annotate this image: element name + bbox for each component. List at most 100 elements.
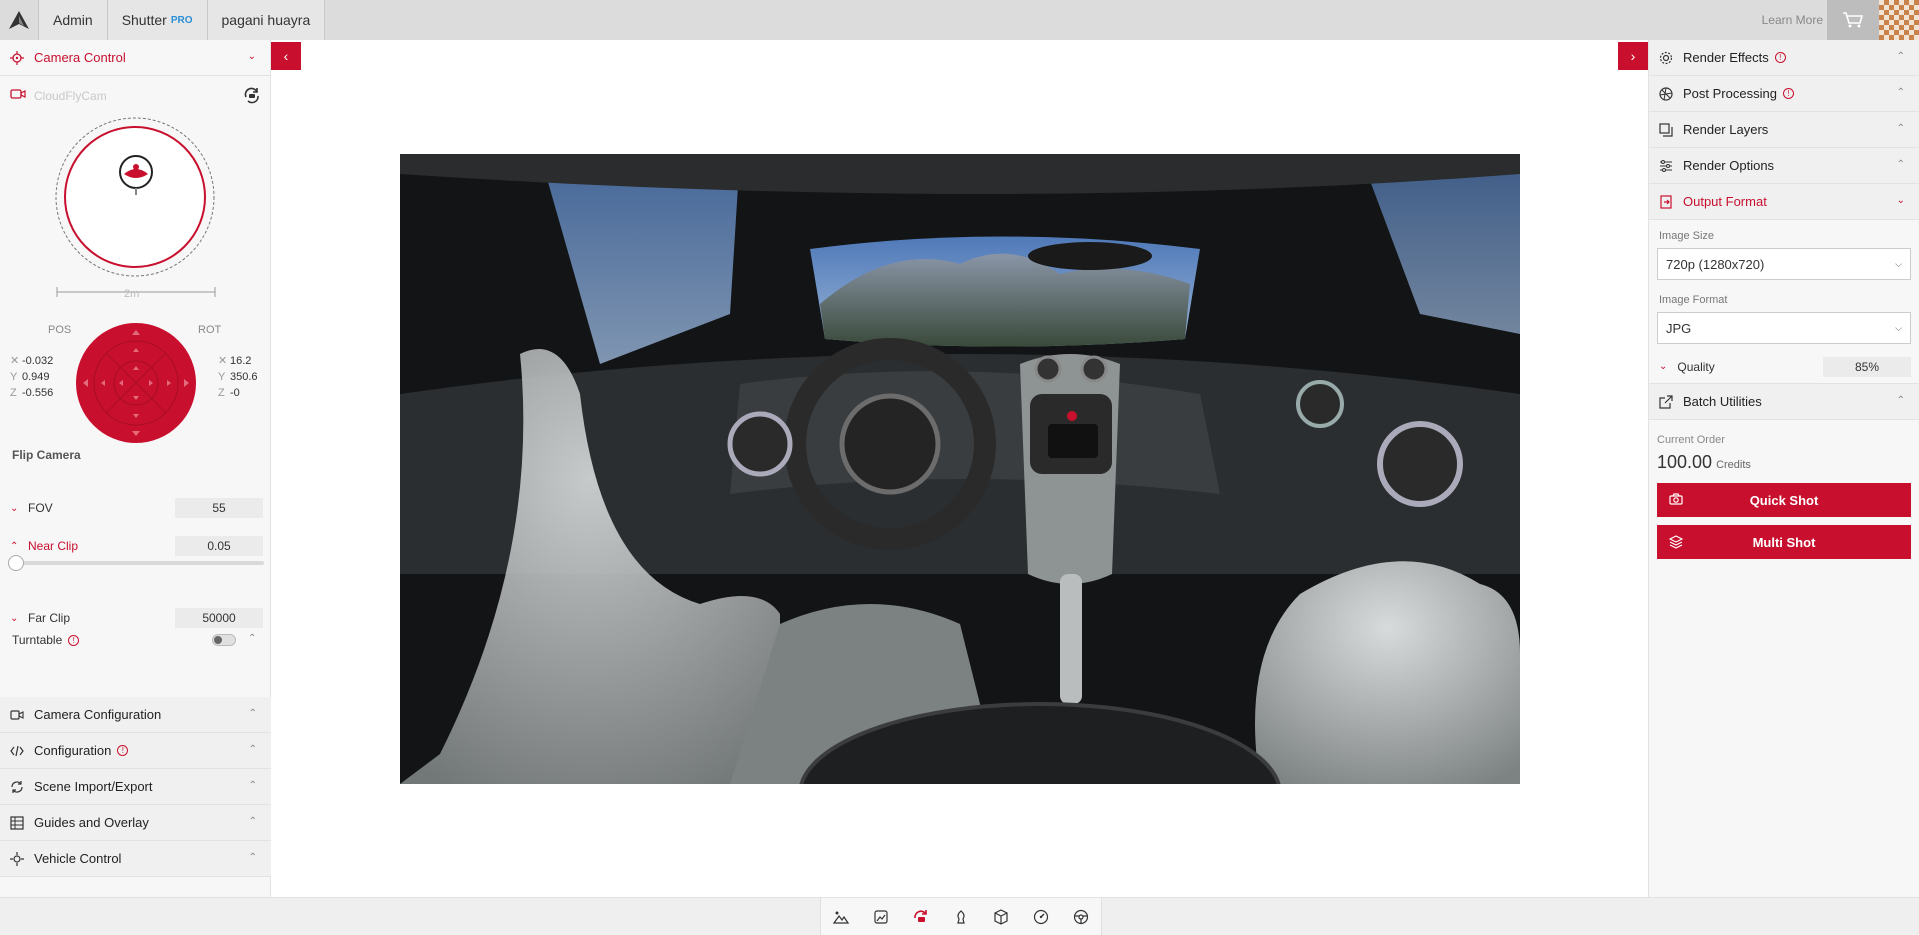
pos-y: Y 0.949 [10,371,50,383]
quality-input[interactable]: 85% [1823,356,1911,377]
multi-shot-button[interactable]: Multi Shot [1657,525,1911,559]
fov-input[interactable]: 55 [175,498,263,518]
chevron-down-icon[interactable]: ⌄ [10,613,20,624]
near-clip-slider-handle[interactable] [8,555,24,571]
rot-y-value: 350.6 [230,371,258,383]
flip-camera-button[interactable]: Flip Camera [12,448,81,462]
rot-label: ROT [198,324,222,336]
tab-project[interactable]: pagani huayra [206,0,326,40]
info-icon[interactable]: ! [68,634,80,646]
camera-control-label: Camera Control [34,50,126,65]
current-order-value: 100.00 Credits [1649,452,1919,473]
movement-joystick[interactable] [75,322,197,444]
logo-icon[interactable] [0,0,38,40]
chevron-up-icon: ⌃ [248,816,257,827]
section-vehicle-control[interactable]: Vehicle Control ⌃ [0,841,271,877]
section-label: Render Options [1683,158,1775,173]
image-icon[interactable] [861,898,901,935]
steering-wheel-icon[interactable] [1061,898,1101,935]
orbit-camera-icon[interactable] [901,898,941,935]
section-scene-import-export[interactable]: Scene Import/Export ⌃ [0,769,271,805]
collapse-right-button[interactable]: › [1618,42,1648,70]
sync-icon [10,780,24,794]
cube-icon[interactable] [981,898,1021,935]
rot-y: Y 350.6 [218,371,258,383]
left-sections: Camera Configuration ⌃ Configuration ! ⌃… [0,697,271,877]
section-post-processing[interactable]: Post Processing ! ⌃ [1649,76,1919,112]
rot-z-value: -0 [230,387,240,399]
chevron-down-icon[interactable]: ⌄ [1659,361,1667,372]
camera-control-header[interactable]: Camera Control ⌄ [0,40,270,76]
chevron-up-icon: ⌃ [248,852,257,863]
fov-label: FOV [28,501,53,515]
multi-shot-label: Multi Shot [1752,534,1816,550]
chevron-up-icon: ⌃ [1896,395,1905,406]
gear-icon [1659,51,1673,65]
turntable-label: Turntable [12,633,63,647]
rot-x-value: 16.2 [230,355,252,367]
user-avatar[interactable] [1879,0,1919,40]
pos-x: ✕ -0.032 [10,355,54,367]
chevron-up-icon[interactable]: ⌃ [248,633,256,644]
bottom-toolbar [0,897,1919,935]
top-bar: Admin Shutter PRO pagani huayra Learn Mor… [0,0,1919,40]
tab-admin[interactable]: Admin [38,0,107,40]
info-icon[interactable]: ! [117,745,129,756]
chevron-up-icon: ⌃ [1896,87,1905,98]
position-readout: ✕ -0.032 Y 0.949 Z -0.556 [10,353,53,401]
learn-more-link[interactable]: Learn More [1762,0,1823,40]
quick-shot-label: Quick Shot [1749,492,1819,508]
chevron-up-icon[interactable]: ⌃ [10,541,20,552]
section-configuration[interactable]: Configuration ! ⌃ [0,733,271,769]
quality-row: ⌄ Quality 85% [1649,350,1919,384]
collapse-left-button[interactable]: ‹ [271,42,301,70]
aperture-icon [1659,86,1673,101]
section-guides-and-overlay[interactable]: Guides and Overlay ⌃ [0,805,271,841]
section-label: Batch Utilities [1683,394,1762,409]
section-label: Vehicle Control [34,851,122,866]
section-batch-utilities[interactable]: Batch Utilities ⌃ [1649,384,1919,420]
quality-label: Quality [1677,359,1715,374]
far-clip-label: Far Clip [28,611,71,625]
chevron-down-icon[interactable]: ⌄ [10,503,20,514]
cart-button[interactable] [1827,0,1879,40]
near-clip-input[interactable]: 0.05 [175,536,263,556]
info-icon[interactable]: ! [1782,88,1794,99]
scale-label: 2m [124,288,140,300]
chevron-down-icon: ⌄ [247,51,256,62]
image-size-select[interactable]: 720p (1280x720) ⌵ [1657,248,1911,280]
pos-x-value: -0.032 [22,355,54,367]
tab-admin-label: Admin [53,12,93,28]
near-clip-label: Near Clip [28,539,79,553]
cart-icon [1843,12,1864,28]
rot-z: Z -0 [218,387,240,399]
quick-shot-button[interactable]: Quick Shot [1657,483,1911,517]
turntable-toggle[interactable] [212,634,236,646]
section-render-options[interactable]: Render Options ⌃ [1649,148,1919,184]
chess-icon[interactable] [941,898,981,935]
sliders-icon [1659,159,1673,173]
external-link-icon [1659,394,1673,409]
credits-label: Credits [1716,459,1751,471]
section-output-format[interactable]: Output Format ⌄ [1649,184,1919,220]
section-render-layers[interactable]: Render Layers ⌃ [1649,112,1919,148]
orbit-control[interactable] [54,116,216,278]
chevron-up-icon: ⌃ [1896,123,1905,134]
render-viewport[interactable] [400,154,1520,784]
chevron-right-icon: › [1630,48,1636,64]
section-render-effects[interactable]: Render Effects ! ⌃ [1649,40,1919,76]
chevron-up-icon: ⌃ [248,780,257,791]
stack-icon [1668,535,1684,552]
export-icon [1659,194,1673,209]
switch-camera-icon[interactable] [242,86,262,109]
image-format-select[interactable]: JPG ⌵ [1657,312,1911,344]
near-clip-row: ⌃ Near Clip 0.05 [0,531,271,561]
speedometer-icon[interactable] [1021,898,1061,935]
info-icon[interactable]: ! [1774,52,1786,63]
near-clip-slider[interactable] [14,561,264,565]
tab-shutter[interactable]: Shutter PRO [106,0,207,40]
section-camera-configuration[interactable]: Camera Configuration ⌃ [0,697,271,733]
camera-name[interactable]: CloudFlyCam [10,88,107,103]
video-camera-icon [10,88,26,103]
terrain-icon[interactable] [821,898,861,935]
